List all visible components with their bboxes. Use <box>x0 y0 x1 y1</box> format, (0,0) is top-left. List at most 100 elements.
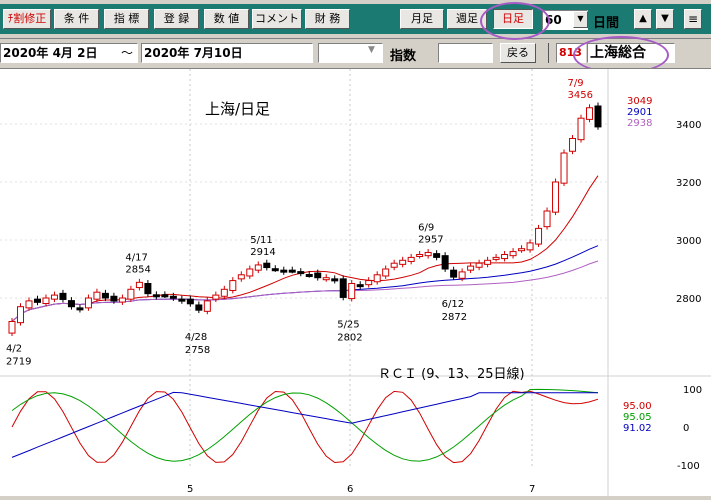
candle-body <box>101 292 109 299</box>
candle-body <box>254 264 262 271</box>
date-range-tilde: ～ <box>121 46 134 60</box>
candle-body <box>390 262 398 268</box>
candle-body <box>246 268 254 277</box>
y-tick-label: 3000 <box>676 236 701 247</box>
candle-body <box>322 277 330 281</box>
candle-body <box>467 265 475 271</box>
condition-button[interactable]: 条 件 <box>54 9 99 29</box>
x-tick-label: 6 <box>347 484 353 495</box>
candle-body <box>433 253 441 258</box>
register-button[interactable]: 登 録 <box>154 9 199 29</box>
rci-panel <box>11 388 599 464</box>
comment-button[interactable]: コメント <box>252 9 302 29</box>
ma-value-label: 2938 <box>627 118 652 129</box>
annotation-date: 5/25 <box>337 319 359 330</box>
candle-body <box>569 138 577 152</box>
financial-button[interactable]: 財 務 <box>305 9 350 29</box>
candle-body <box>586 107 594 120</box>
candle-body <box>339 278 347 298</box>
index-label: 指数 <box>390 49 417 64</box>
y-tick-label: 3400 <box>676 120 701 131</box>
y-tick-label: 2800 <box>676 294 701 305</box>
indicator-button[interactable]: 指 標 <box>104 9 149 29</box>
x-tick-label: 5 <box>187 484 193 495</box>
candle-body <box>305 274 313 278</box>
candle-body <box>76 307 84 311</box>
candle-body <box>450 269 458 278</box>
scroll-up-button[interactable]: ▲ <box>634 9 652 29</box>
date-from-field[interactable]: 2020年 4月 2日 <box>0 43 138 63</box>
x-tick-label: 7 <box>529 484 535 495</box>
candle-body <box>203 300 211 312</box>
rci-value-label: 95.05 <box>623 412 652 423</box>
annotation-value: 2758 <box>185 345 210 356</box>
stock-split-button[interactable]: ﾁ割修正 <box>3 9 51 29</box>
menu-button[interactable]: ≡ <box>684 9 702 29</box>
candle-body <box>331 278 339 282</box>
candle-body <box>518 248 526 252</box>
candle-body <box>152 294 160 298</box>
count-dropdown-button[interactable]: ▼ <box>573 11 588 28</box>
candle-body <box>169 295 177 299</box>
candle-body <box>118 297 126 303</box>
candle-body <box>212 294 220 300</box>
annotation-value: 3456 <box>568 90 593 101</box>
annotation-date: 5/11 <box>250 235 272 246</box>
candle-body <box>84 297 92 309</box>
annotation-value: 2872 <box>442 312 467 323</box>
candle-body <box>407 256 415 262</box>
daily-button[interactable]: 日足 <box>493 9 533 29</box>
weekly-button[interactable]: 週足 <box>447 9 487 29</box>
values-button[interactable]: 数 値 <box>204 9 249 29</box>
back-button[interactable]: 戻る <box>500 43 536 63</box>
annotation-value: 2719 <box>6 356 31 367</box>
rci-y-tick-label: 0 <box>683 423 689 434</box>
code-field[interactable]: 813 <box>556 43 586 63</box>
candle-body <box>42 297 50 305</box>
candle-body <box>280 269 288 273</box>
candle-body <box>348 283 356 300</box>
candle-body <box>127 288 135 300</box>
monthly-button[interactable]: 月足 <box>400 9 444 29</box>
candle-body <box>560 152 568 184</box>
y-tick-label: 3200 <box>676 178 701 189</box>
candle-body <box>475 262 483 268</box>
candle-body <box>365 280 373 286</box>
scroll-down-button[interactable]: ▼ <box>656 9 674 29</box>
candle-body <box>229 280 237 291</box>
range-bar: 2020年 4月 2日 ～ 2020年 7月10日 ▼ 指数 戻る 813 上海… <box>0 40 711 66</box>
candle-body <box>50 294 58 300</box>
candle-body <box>382 268 390 277</box>
candle-body <box>8 320 16 334</box>
candle-body <box>535 227 543 245</box>
rci-title: ＲＣＩ (9、13、25日線) <box>378 366 525 382</box>
candle-body <box>509 251 517 257</box>
candle-body <box>356 284 364 288</box>
candle-body <box>314 272 322 279</box>
chevron-down-icon: ▼ <box>368 45 375 55</box>
moving-average-line <box>11 260 599 322</box>
candle-body <box>577 117 585 141</box>
annotation-value: 2802 <box>337 332 362 343</box>
annotations: 4/2 2719 4/172854 4/28 2758 5/112914 5/25 2802 6… <box>6 78 593 368</box>
date-to-field[interactable]: 2020年 7月10日 <box>141 43 313 63</box>
candle-body <box>220 288 228 297</box>
candle-body <box>110 295 118 302</box>
rci-13-line <box>11 388 599 462</box>
annotation-date: 4/28 <box>185 332 207 343</box>
toolbar: ﾁ割修正 条 件 指 標 登 録 数 値 コメント 財 務 月足 週足 日足 6… <box>0 0 711 39</box>
candle-body <box>33 298 41 303</box>
ma-value-label: 2901 <box>627 107 652 118</box>
candle-body <box>93 291 101 300</box>
candle-body <box>186 298 194 305</box>
annotation-date: 6/12 <box>442 299 464 310</box>
candle-body <box>237 274 245 280</box>
candle-body <box>501 254 509 260</box>
rci-y-tick-label: -100 <box>677 461 700 472</box>
blank-field[interactable] <box>438 43 493 63</box>
separator <box>548 43 549 63</box>
index-name-field[interactable]: 上海総合 <box>587 43 675 63</box>
candle-body <box>16 306 24 324</box>
candle-body <box>288 269 296 273</box>
rci-value-label: 95.00 <box>623 401 652 412</box>
